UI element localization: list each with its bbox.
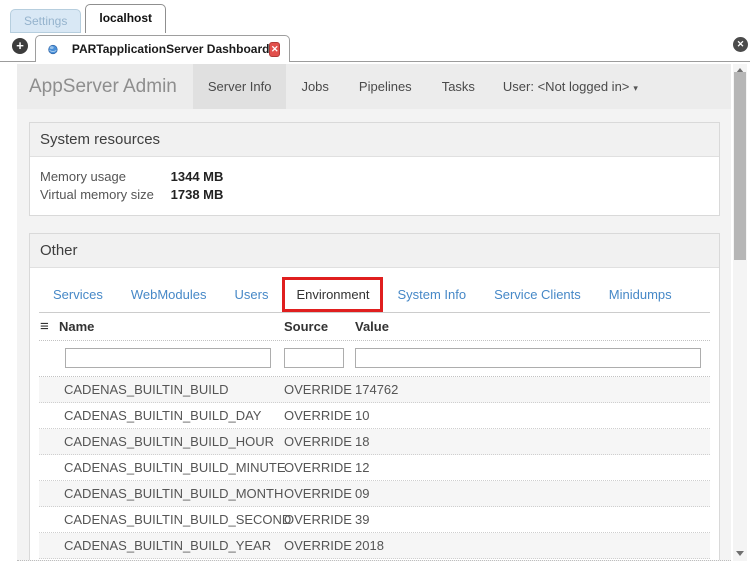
cell-name: CADENAS_BUILTIN_BUILD_HOUR	[64, 434, 274, 449]
cell-name: CADENAS_BUILTIN_BUILD_MONTH	[64, 486, 284, 501]
other-panel: Other Services WebModules Users Environm…	[29, 233, 720, 560]
cell-name: CADENAS_BUILTIN_BUILD_SECOND	[64, 512, 292, 527]
source-filter-input[interactable]	[284, 348, 344, 368]
cell-source: OVERRIDE	[284, 559, 352, 560]
resource-row: Memory usage 1344 MB	[40, 168, 709, 186]
cell-value: 09	[355, 486, 370, 501]
filter-row	[39, 341, 710, 377]
nav-item[interactable]: Server Info	[192, 64, 287, 109]
subtab[interactable]: WebModules	[117, 277, 221, 312]
window-tab-bar: Settings localhost	[0, 0, 750, 33]
globe-icon	[48, 44, 58, 54]
cell-value: 10	[355, 408, 370, 423]
vertical-scrollbar[interactable]	[733, 64, 747, 561]
subtab[interactable]: System Info	[383, 277, 480, 312]
cell-source: OVERRIDE	[284, 434, 352, 449]
resource-label: Virtual memory size	[40, 187, 154, 202]
screen: Settings localhost + PARTapplicationServ…	[0, 0, 750, 570]
new-tab-button[interactable]: +	[12, 38, 28, 54]
other-panel-title: Other	[30, 234, 719, 268]
cell-name: CADENAS_BUILTIN_VER_MAJOR	[64, 559, 270, 560]
dashboard-page: AppServer Admin Server Info Jobs Pipelin…	[17, 64, 731, 561]
table-row[interactable]: CADENAS_BUILTIN_BUILD OVERRIDE 174762	[39, 377, 710, 403]
subtab[interactable]: Minidumps	[595, 277, 686, 312]
system-resources-panel: System resources Memory usage 1344 MB Vi…	[29, 122, 720, 216]
resource-label: Memory usage	[40, 169, 126, 184]
column-header-value[interactable]: Value	[355, 313, 389, 340]
scroll-down-icon[interactable]	[736, 551, 744, 556]
cell-value: 18	[355, 434, 370, 449]
dashboard-tab[interactable]: PARTapplicationServer Dashboard ✕	[35, 35, 290, 62]
browser-tab-bar: + PARTapplicationServer Dashboard ✕ ✕	[0, 33, 750, 62]
scrollbar-thumb[interactable]	[734, 72, 746, 260]
column-header-source[interactable]: Source	[284, 313, 328, 340]
cell-source: OVERRIDE	[284, 408, 352, 423]
resource-value: 1738 MB	[170, 187, 224, 202]
cell-source: OVERRIDE	[284, 512, 352, 527]
cell-name: CADENAS_BUILTIN_BUILD_DAY	[64, 408, 262, 423]
cell-source: OVERRIDE	[284, 486, 352, 501]
dashboard-tab-title: PARTapplicationServer Dashboard	[71, 42, 270, 56]
nav-item[interactable]: Pipelines	[344, 64, 427, 109]
user-menu-label: User: <Not logged in>	[502, 79, 630, 94]
content-area: AppServer Admin Server Info Jobs Pipelin…	[0, 62, 750, 569]
subtab[interactable]: Service Clients	[480, 277, 595, 312]
table-row[interactable]: CADENAS_BUILTIN_BUILD_MINUTE OVERRIDE 12	[39, 455, 710, 481]
table-header-row: ≡ Name Source Value	[39, 313, 710, 341]
chevron-down-icon: ▾	[633, 83, 638, 93]
cell-name: CADENAS_BUILTIN_BUILD_MINUTE	[64, 460, 286, 475]
value-filter-input[interactable]	[355, 348, 701, 368]
cell-source: OVERRIDE	[284, 382, 352, 397]
cell-value: 11	[355, 559, 369, 560]
subtab[interactable]: Users	[221, 277, 283, 312]
cell-value: 39	[355, 512, 370, 527]
system-resources-body: Memory usage 1344 MB Virtual memory size…	[30, 157, 719, 215]
tab-close-icon[interactable]: ✕	[269, 41, 280, 57]
user-menu[interactable]: User: <Not logged in> ▾	[503, 64, 638, 109]
resource-row: Virtual memory size 1738 MB	[40, 186, 709, 204]
window-tab[interactable]: Settings	[10, 9, 82, 33]
plus-icon: +	[16, 38, 24, 53]
other-subtabs: Services WebModules Users Environment Sy…	[39, 277, 710, 313]
app-title: AppServer Admin	[29, 75, 177, 97]
subtab[interactable]: Environment	[282, 277, 384, 312]
system-resources-title: System resources	[30, 123, 719, 157]
other-panel-body: Services WebModules Users Environment Sy…	[30, 268, 719, 560]
cell-name: CADENAS_BUILTIN_BUILD	[64, 382, 229, 397]
main-nav: Server Info Jobs Pipelines Tasks	[192, 64, 490, 109]
nav-item[interactable]: Jobs	[286, 64, 343, 109]
admin-header: AppServer Admin Server Info Jobs Pipelin…	[17, 64, 731, 109]
subtab[interactable]: Services	[39, 277, 117, 312]
column-menu-icon[interactable]: ≡	[40, 313, 49, 340]
close-icon[interactable]: ✕	[733, 37, 748, 52]
cell-value: 174762	[355, 382, 399, 397]
window-tab[interactable]: localhost	[85, 4, 167, 33]
table-row[interactable]: CADENAS_BUILTIN_BUILD_DAY OVERRIDE 10	[39, 403, 710, 429]
table-row[interactable]: CADENAS_BUILTIN_BUILD_YEAR OVERRIDE 2018	[39, 533, 710, 559]
resource-value: 1344 MB	[170, 169, 224, 184]
cell-source: OVERRIDE	[284, 460, 352, 475]
column-header-name[interactable]: Name	[59, 313, 94, 340]
cell-value: 12	[355, 460, 370, 475]
cell-name: CADENAS_BUILTIN_BUILD_YEAR	[64, 538, 272, 553]
table-row[interactable]: CADENAS_BUILTIN_BUILD_HOUR OVERRIDE 18	[39, 429, 710, 455]
cell-value: 2018	[355, 538, 384, 553]
nav-item[interactable]: Tasks	[427, 64, 490, 109]
name-filter-input[interactable]	[65, 348, 271, 368]
table-row[interactable]: CADENAS_BUILTIN_BUILD_MONTH OVERRIDE 09	[39, 481, 710, 507]
table-row[interactable]: CADENAS_BUILTIN_BUILD_SECOND OVERRIDE 39	[39, 507, 710, 533]
table-row[interactable]: CADENAS_BUILTIN_VER_MAJOR OVERRIDE 11	[39, 559, 710, 560]
cell-source: OVERRIDE	[284, 538, 352, 553]
environment-table: CADENAS_BUILTIN_BUILD OVERRIDE 174762 CA…	[39, 377, 710, 560]
